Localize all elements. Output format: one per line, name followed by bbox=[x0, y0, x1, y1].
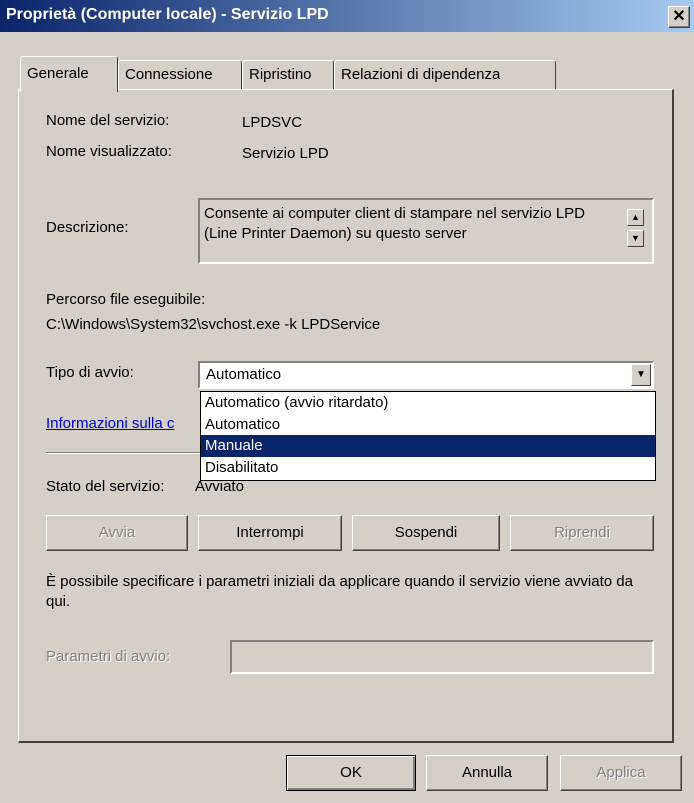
chevron-down-icon: ▼ bbox=[636, 369, 646, 380]
description-box[interactable]: Consente ai computer client di stampare … bbox=[198, 198, 654, 264]
title-bar[interactable]: Proprietà (Computer locale) - Servizio L… bbox=[0, 0, 694, 32]
tab-generale[interactable]: Generale bbox=[20, 56, 118, 92]
startup-type-label: Tipo di avvio: bbox=[46, 364, 134, 381]
scroll-up-button[interactable]: ▲ bbox=[627, 209, 644, 226]
option-automatico[interactable]: Automatico bbox=[201, 414, 655, 436]
tab-relazioni-di-dipendenza[interactable]: Relazioni di dipendenza bbox=[334, 60, 556, 89]
display-name-label: Nome visualizzato: bbox=[46, 143, 172, 160]
scroll-up-icon: ▲ bbox=[631, 212, 640, 222]
option-automatico-ritardato[interactable]: Automatico (avvio ritardato) bbox=[201, 392, 655, 414]
exe-path-value: C:\Windows\System32\svchost.exe -k LPDSe… bbox=[46, 316, 381, 333]
close-button[interactable]: ✕ bbox=[668, 6, 690, 28]
exe-path-label: Percorso file eseguibile: bbox=[46, 291, 206, 308]
pause-button[interactable]: Sospendi bbox=[352, 515, 500, 551]
startup-params-input[interactable] bbox=[230, 640, 654, 674]
tab-label: Connessione bbox=[125, 66, 213, 83]
close-icon: ✕ bbox=[672, 8, 686, 25]
start-button[interactable]: Avvia bbox=[46, 515, 188, 551]
startup-type-select[interactable]: Automatico ▼ bbox=[198, 361, 654, 389]
ok-button[interactable]: OK bbox=[286, 755, 416, 791]
description-text: Consente ai computer client di stampare … bbox=[204, 205, 586, 242]
window-title: Proprietà (Computer locale) - Servizio L… bbox=[6, 6, 329, 23]
tab-label: Relazioni di dipendenza bbox=[341, 66, 501, 83]
service-status-label: Stato del servizio: bbox=[46, 478, 165, 495]
dropdown-button[interactable]: ▼ bbox=[631, 364, 651, 386]
description-label: Descrizione: bbox=[46, 219, 129, 236]
tab-ripristino[interactable]: Ripristino bbox=[242, 60, 334, 89]
tab-label: Generale bbox=[27, 65, 89, 82]
service-info-link[interactable]: Informazioni sulla c bbox=[46, 415, 174, 432]
service-name-label: Nome del servizio: bbox=[46, 112, 170, 129]
tab-connessione[interactable]: Connessione bbox=[118, 60, 242, 89]
resume-button[interactable]: Riprendi bbox=[510, 515, 654, 551]
scroll-down-icon: ▼ bbox=[631, 233, 640, 243]
option-disabilitato[interactable]: Disabilitato bbox=[201, 457, 655, 479]
scroll-down-button[interactable]: ▼ bbox=[627, 230, 644, 247]
startup-params-label: Parametri di avvio: bbox=[46, 648, 171, 665]
option-manuale[interactable]: Manuale bbox=[201, 435, 655, 457]
stop-button[interactable]: Interrompi bbox=[198, 515, 342, 551]
tab-label: Ripristino bbox=[249, 66, 312, 83]
cancel-button[interactable]: Annulla bbox=[426, 755, 548, 791]
service-name-value: LPDSVC bbox=[242, 114, 303, 131]
apply-button[interactable]: Applica bbox=[560, 755, 682, 791]
startup-params-hint: È possibile specificare i parametri iniz… bbox=[46, 573, 633, 610]
startup-type-value: Automatico bbox=[206, 366, 282, 383]
display-name-value: Servizio LPD bbox=[242, 145, 329, 162]
startup-type-dropdown[interactable]: Automatico (avvio ritardato) Automatico … bbox=[200, 391, 656, 481]
